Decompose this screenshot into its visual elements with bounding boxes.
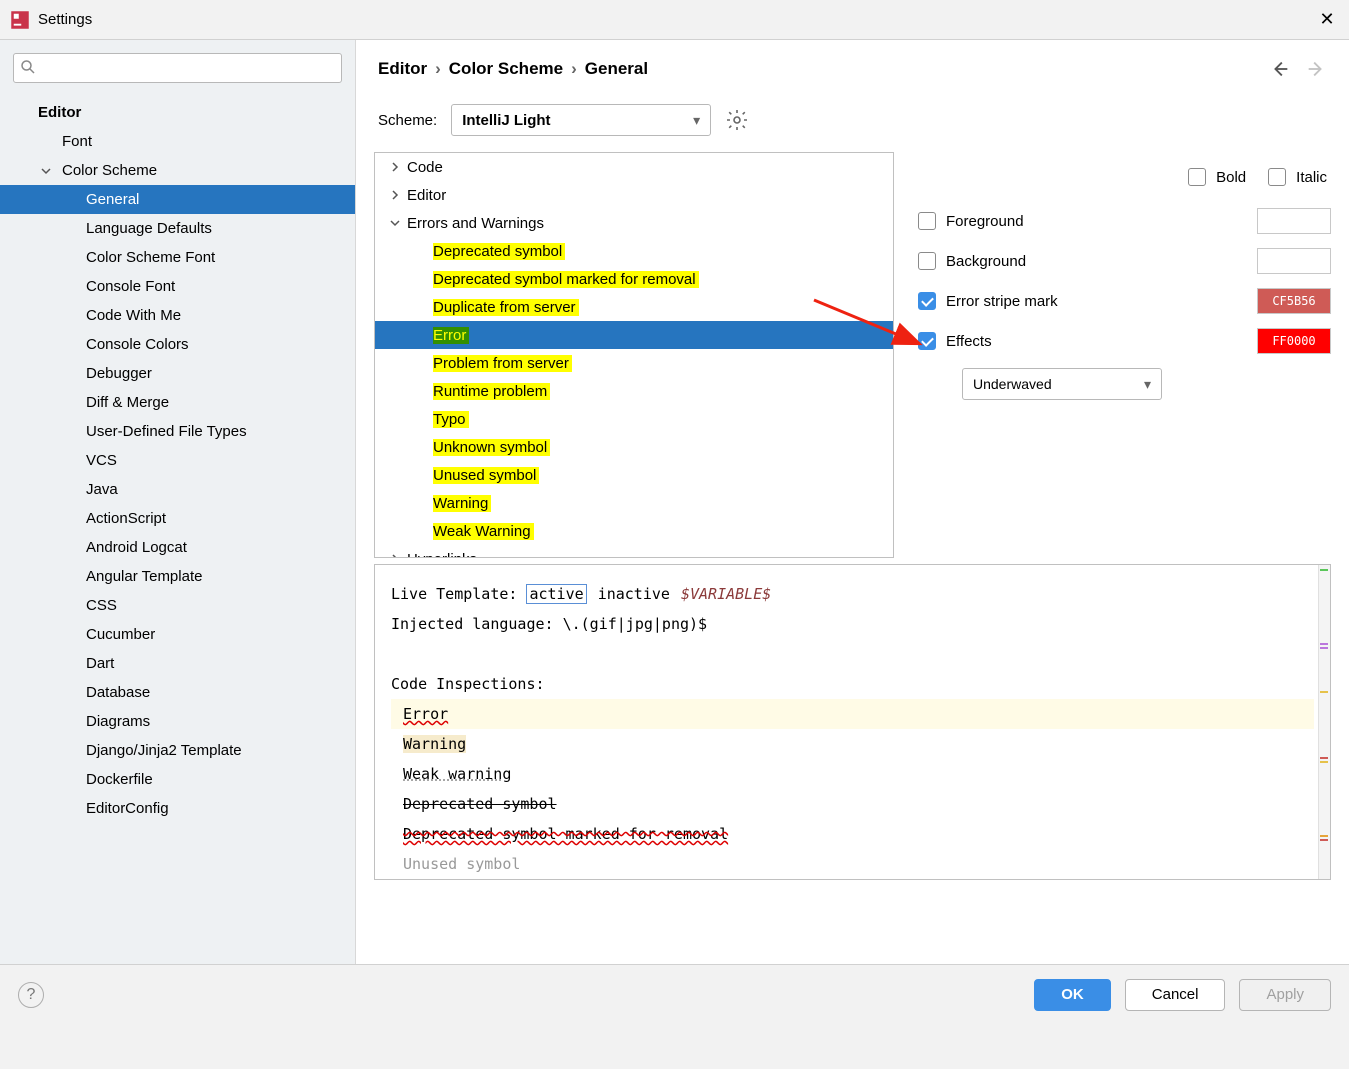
tree-item[interactable]: Warning: [375, 489, 893, 517]
sidebar-item[interactable]: CSS: [0, 591, 355, 620]
chevron-down-icon: ▾: [1144, 376, 1151, 393]
sidebar-item[interactable]: Language Defaults: [0, 214, 355, 243]
sidebar-item[interactable]: User-Defined File Types: [0, 417, 355, 446]
sidebar-item[interactable]: Code With Me: [0, 301, 355, 330]
foreground-swatch[interactable]: [1257, 208, 1331, 234]
tree-item[interactable]: Error: [375, 321, 893, 349]
sidebar-item[interactable]: General: [0, 185, 355, 214]
sidebar-item[interactable]: VCS: [0, 446, 355, 475]
sidebar-item[interactable]: Java: [0, 475, 355, 504]
sidebar-item[interactable]: EditorConfig: [0, 794, 355, 823]
breadcrumb: Editor › Color Scheme › General: [356, 40, 1349, 94]
foreground-checkbox[interactable]: [918, 212, 936, 230]
sidebar-item[interactable]: Diagrams: [0, 707, 355, 736]
help-icon[interactable]: ?: [18, 982, 44, 1008]
tree-item[interactable]: Deprecated symbol: [375, 237, 893, 265]
app-icon: [10, 10, 30, 30]
cancel-button[interactable]: Cancel: [1125, 979, 1226, 1011]
stripe-swatch[interactable]: CF5B56: [1257, 288, 1331, 314]
search-input[interactable]: [13, 53, 342, 83]
tree-item[interactable]: Typo: [375, 405, 893, 433]
error-stripe[interactable]: [1318, 565, 1330, 879]
tree-item[interactable]: Weak Warning: [375, 517, 893, 545]
background-checkbox[interactable]: [918, 252, 936, 270]
tree-item[interactable]: Unknown symbol: [375, 433, 893, 461]
preview-pane: Live Template: active inactive $VARIABLE…: [374, 564, 1331, 880]
tree-item[interactable]: Duplicate from server: [375, 293, 893, 321]
sidebar-item[interactable]: Angular Template: [0, 562, 355, 591]
color-tree: CodeEditorErrors and WarningsDeprecated …: [374, 152, 894, 558]
bold-checkbox[interactable]: [1188, 168, 1206, 186]
sidebar-item[interactable]: Editor: [0, 98, 355, 127]
sidebar-item[interactable]: Color Scheme Font: [0, 243, 355, 272]
tree-item[interactable]: Unused symbol: [375, 461, 893, 489]
back-icon[interactable]: [1269, 58, 1291, 80]
options-panel: Bold Italic Foreground Background Error …: [918, 152, 1331, 558]
italic-checkbox[interactable]: [1268, 168, 1286, 186]
titlebar: Settings ✕: [0, 0, 1349, 40]
scheme-select[interactable]: IntelliJ Light ▾: [451, 104, 711, 136]
scheme-label: Scheme:: [378, 112, 437, 129]
tree-item[interactable]: Runtime problem: [375, 377, 893, 405]
effects-type-select[interactable]: Underwaved▾: [962, 368, 1162, 400]
settings-nav: EditorFontColor SchemeGeneralLanguage De…: [0, 96, 355, 964]
apply-button[interactable]: Apply: [1239, 979, 1331, 1011]
tree-item[interactable]: Errors and Warnings: [375, 209, 893, 237]
sidebar-item[interactable]: Dockerfile: [0, 765, 355, 794]
sidebar-item[interactable]: Database: [0, 678, 355, 707]
forward-icon[interactable]: [1305, 58, 1327, 80]
sidebar-item[interactable]: Console Colors: [0, 330, 355, 359]
effects-swatch[interactable]: FF0000: [1257, 328, 1331, 354]
background-swatch[interactable]: [1257, 248, 1331, 274]
sidebar-item[interactable]: Color Scheme: [0, 156, 355, 185]
tree-item[interactable]: Hyperlinks: [375, 545, 893, 558]
sidebar-item[interactable]: Console Font: [0, 272, 355, 301]
sidebar: EditorFontColor SchemeGeneralLanguage De…: [0, 40, 356, 964]
sidebar-item[interactable]: Diff & Merge: [0, 388, 355, 417]
chevron-down-icon: ▾: [693, 112, 700, 129]
effects-checkbox[interactable]: [918, 332, 936, 350]
sidebar-item[interactable]: Dart: [0, 649, 355, 678]
close-icon[interactable]: ✕: [1315, 8, 1339, 32]
sidebar-item[interactable]: Debugger: [0, 359, 355, 388]
sidebar-item[interactable]: Font: [0, 127, 355, 156]
window-title: Settings: [38, 11, 1315, 28]
footer: ? OK Cancel Apply: [0, 964, 1349, 1024]
stripe-checkbox[interactable]: [918, 292, 936, 310]
tree-item[interactable]: Problem from server: [375, 349, 893, 377]
tree-item[interactable]: Deprecated symbol marked for removal: [375, 265, 893, 293]
tree-item[interactable]: Editor: [375, 181, 893, 209]
tree-item[interactable]: Code: [375, 153, 893, 181]
ok-button[interactable]: OK: [1034, 979, 1111, 1011]
sidebar-item[interactable]: Android Logcat: [0, 533, 355, 562]
sidebar-item[interactable]: Django/Jinja2 Template: [0, 736, 355, 765]
gear-icon[interactable]: [725, 108, 749, 132]
search-icon: [20, 59, 36, 75]
sidebar-item[interactable]: Cucumber: [0, 620, 355, 649]
sidebar-item[interactable]: ActionScript: [0, 504, 355, 533]
